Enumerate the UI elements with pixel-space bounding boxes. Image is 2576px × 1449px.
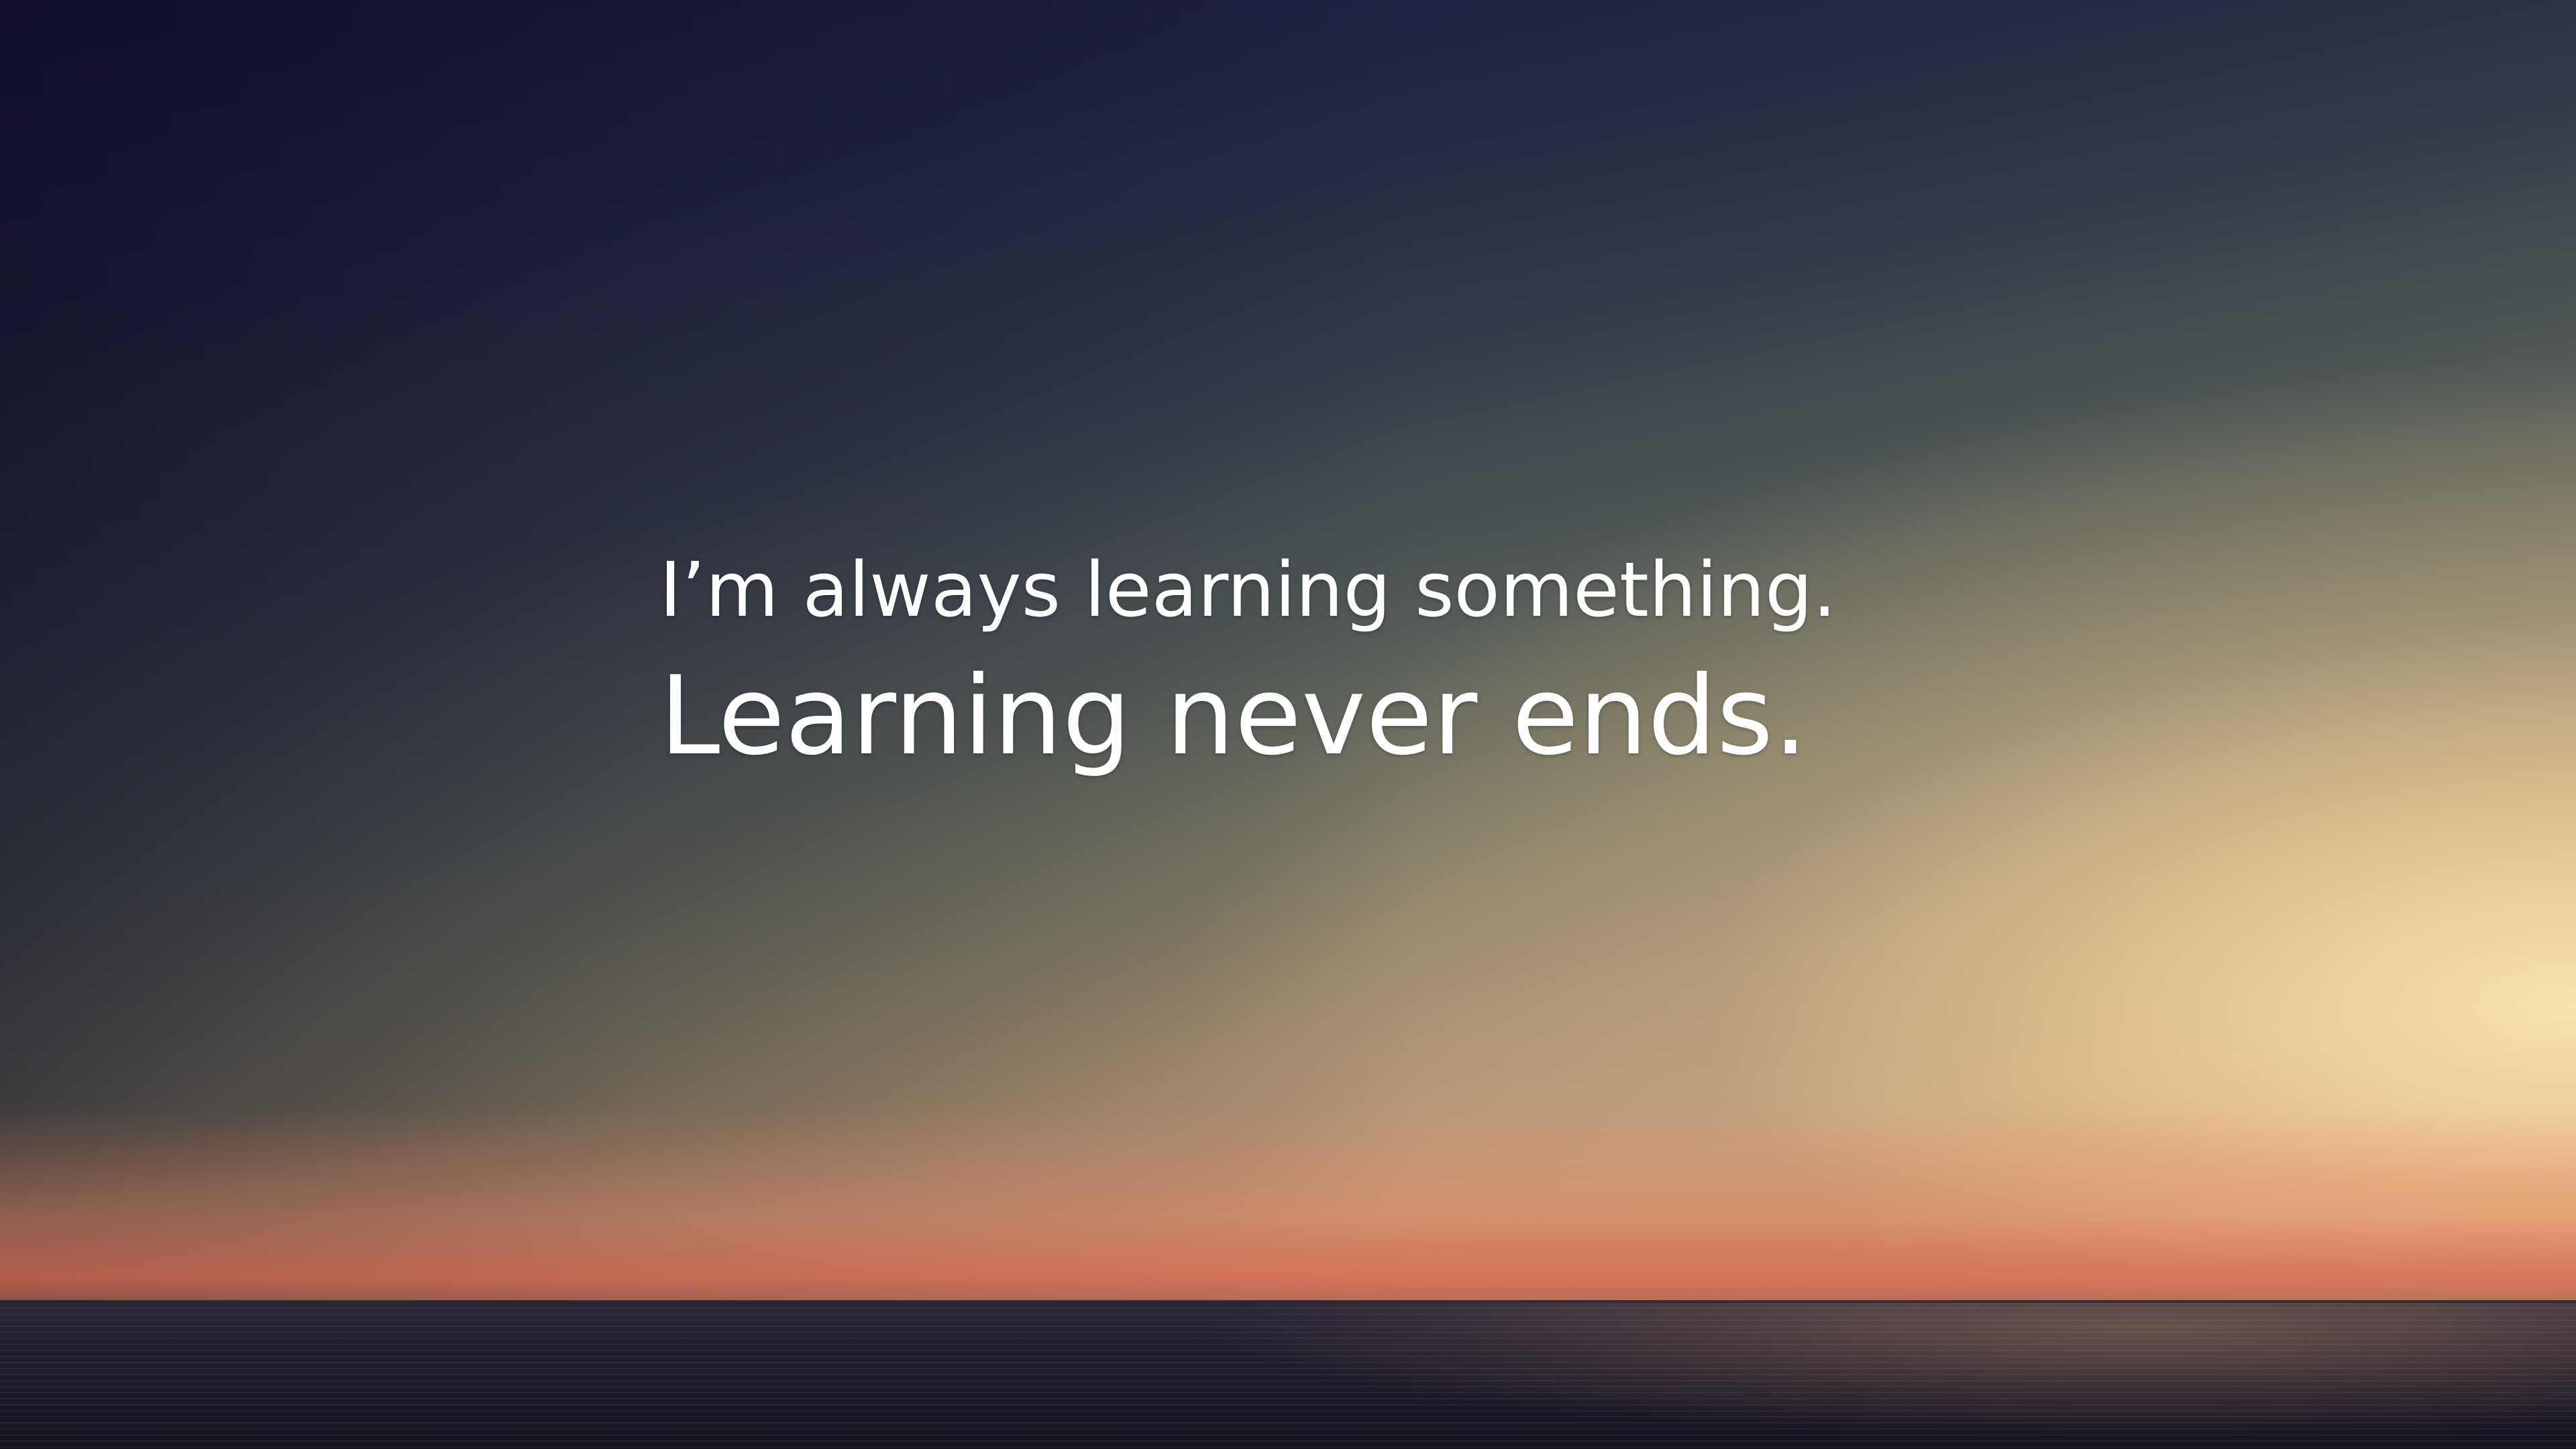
horizon-glow xyxy=(0,1107,2576,1308)
quote-line-1: I’m always learning something. xyxy=(659,547,1837,634)
quote-line-2: Learning never ends. xyxy=(659,653,1808,780)
quote-block: I’m always learning something. Learning … xyxy=(659,543,1934,784)
horizon-line xyxy=(0,1300,2576,1303)
wallpaper-scene: I’m always learning something. Learning … xyxy=(0,0,2576,1449)
sea-ripples xyxy=(0,1301,2576,1449)
